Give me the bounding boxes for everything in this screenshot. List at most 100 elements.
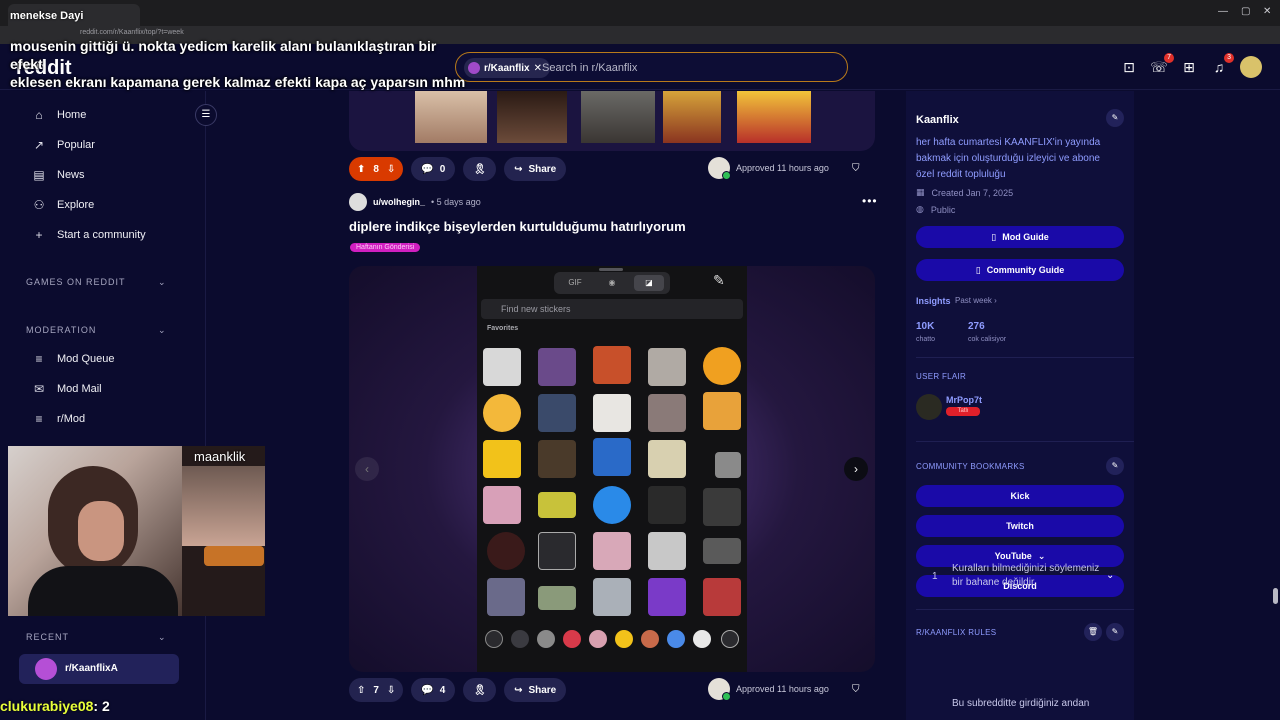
chevron-down-icon[interactable]: ⌄ xyxy=(158,632,166,643)
url-field[interactable]: reddit.com/r/Kaanflix/top/?t=week xyxy=(80,29,184,36)
flair-username[interactable]: MrPop7t xyxy=(946,395,982,405)
created-date: ▦ Created Jan 7, 2025 xyxy=(916,187,1013,198)
post-media-gallery[interactable]: GIF ◉ ◪ ✎ ⌕ Find new stickers Favorites xyxy=(349,266,875,672)
share-label: Share xyxy=(528,163,557,175)
carousel-image xyxy=(663,91,721,143)
sidebar-item-news[interactable]: ▤ News xyxy=(32,168,84,182)
sticker-image xyxy=(538,532,576,570)
share-button[interactable]: ↪ Share xyxy=(504,678,567,702)
next-image-button[interactable]: › xyxy=(844,457,868,481)
stream-overlay-text: mousenin gittiği ü. nokta yedicm karelik… xyxy=(10,37,470,91)
share-button[interactable]: ↪ Share xyxy=(504,157,567,181)
sticker-image xyxy=(593,438,631,476)
award-icon: 🎗 xyxy=(473,684,487,696)
chevron-down-icon[interactable]: ⌄ xyxy=(1106,570,1114,581)
chevron-down-icon[interactable]: ⌄ xyxy=(158,325,166,336)
close-icon[interactable]: ✕ xyxy=(1263,6,1271,17)
rule-text[interactable]: Kuralları bilmediğinizi söylemeniz bir b… xyxy=(952,562,1102,590)
sidebar-item-mod-queue[interactable]: ≡ Mod Queue xyxy=(32,352,114,366)
edit-icon[interactable]: ✎ xyxy=(1106,109,1124,127)
sidebar-item-label: Explore xyxy=(57,199,95,211)
maximize-icon[interactable]: ▢ xyxy=(1241,6,1250,17)
news-icon: ▤ xyxy=(33,168,45,182)
award-button[interactable]: 🎗 xyxy=(463,678,497,702)
comment-icon: 💬 xyxy=(421,163,434,175)
bookmark-twitch-button[interactable]: Twitch xyxy=(916,515,1124,537)
comments-button[interactable]: 💬 4 xyxy=(411,678,456,702)
recent-section-title[interactable]: RECENT xyxy=(26,632,69,642)
sidebar-toggle-button[interactable]: ☰ xyxy=(195,104,217,126)
create-post-icon[interactable]: ⊞ xyxy=(1180,58,1198,76)
mod-shield-icon[interactable]: ⛉ xyxy=(852,684,860,695)
webcam-secondary-feed xyxy=(182,446,265,616)
downvote-icon[interactable]: ⇩ xyxy=(387,164,395,175)
bookmark-kick-button[interactable]: Kick xyxy=(916,485,1124,507)
sticker-image xyxy=(593,532,631,570)
comments-button[interactable]: 💬 0 xyxy=(411,157,456,181)
mod-guide-button[interactable]: ▯ Mod Guide xyxy=(916,226,1124,248)
approved-label: Approved 11 hours ago xyxy=(736,163,829,173)
sticker-image xyxy=(703,392,741,430)
insights-title[interactable]: Insights xyxy=(916,296,951,306)
user-avatar[interactable] xyxy=(1240,56,1262,78)
rule-text[interactable]: Bu subredditte girdiğiniz andan xyxy=(952,697,1102,711)
minimize-icon[interactable]: — xyxy=(1218,6,1228,17)
emoji-tab-icon: ◉ xyxy=(608,278,616,287)
post-flair[interactable]: Haftanın Gönderisi xyxy=(350,243,421,252)
sidebar-item-explore[interactable]: ⚇ Explore xyxy=(32,198,95,212)
r-mod-icon: ≡ xyxy=(35,412,43,426)
advertise-icon[interactable]: ⊡ xyxy=(1120,58,1138,76)
divider xyxy=(916,357,1134,358)
community-guide-button[interactable]: ▯ Community Guide xyxy=(916,259,1124,281)
carousel-image xyxy=(497,91,567,143)
mod-shield-icon[interactable]: ⛉ xyxy=(852,163,860,174)
sticker-image xyxy=(648,440,686,478)
search-community-chip[interactable]: r/Kaanflix ✕ xyxy=(464,58,550,78)
vote-control[interactable]: ⬆ 8 ⇩ xyxy=(349,157,404,181)
post-media-carousel[interactable] xyxy=(349,91,875,151)
carousel-image xyxy=(415,91,487,143)
notifications-icon[interactable]: ♫ 3 xyxy=(1210,53,1234,76)
downvote-icon[interactable]: ⇩ xyxy=(387,685,395,696)
recent-community-item[interactable]: r/KaanflixA xyxy=(19,654,179,684)
sticker-image xyxy=(538,492,576,518)
post-author[interactable]: u/wolhegin_ xyxy=(373,197,425,207)
vote-control[interactable]: ⇧ 7 ⇩ xyxy=(349,678,404,702)
previous-image-button[interactable]: ‹ xyxy=(355,457,379,481)
search-input[interactable]: Search in r/Kaanflix xyxy=(542,62,637,74)
insights-period[interactable]: Past week › xyxy=(955,296,997,305)
sidebar-item-mod-mail[interactable]: ✉ Mod Mail xyxy=(32,382,102,396)
moderation-section-title[interactable]: MODERATION xyxy=(26,325,96,335)
upvote-icon[interactable]: ⬆ xyxy=(357,164,365,175)
upvote-icon[interactable]: ⇧ xyxy=(357,685,365,696)
chip-close-icon[interactable]: ✕ xyxy=(534,63,542,74)
edit-icon[interactable]: ✎ xyxy=(1106,623,1124,641)
edit-icon[interactable]: ✎ xyxy=(1106,457,1124,475)
user-avatar[interactable] xyxy=(349,193,367,211)
award-icon: 🎗 xyxy=(473,163,487,175)
share-label: Share xyxy=(528,684,557,696)
calendar-icon: ▦ xyxy=(916,187,925,197)
share-icon: ↪ xyxy=(514,163,523,175)
pencil-icon: ✎ xyxy=(713,272,725,288)
mod-avatar xyxy=(708,678,731,701)
chat-icon[interactable]: ☏ 7 xyxy=(1150,53,1174,76)
page-scrollbar[interactable] xyxy=(1272,91,1280,720)
scrollbar-thumb[interactable] xyxy=(1273,588,1278,604)
games-section-title[interactable]: GAMES ON REDDIT xyxy=(26,277,126,287)
award-button[interactable]: 🎗 xyxy=(463,157,497,181)
sidebar-item-start-community[interactable]: + Start a community xyxy=(32,228,145,242)
delete-icon[interactable]: 🗑 xyxy=(1084,623,1102,641)
post-title[interactable]: diplere indikçe bişeylerden kurtulduğumu… xyxy=(349,219,686,234)
search-bar[interactable]: r/Kaanflix ✕ Search in r/Kaanflix xyxy=(455,52,848,82)
chevron-down-icon[interactable]: ⌄ xyxy=(158,277,166,288)
sidebar-item-r-mod[interactable]: ≡ r/Mod xyxy=(32,412,85,426)
sidebar-item-home[interactable]: ⌂ Home xyxy=(32,108,86,122)
approved-label: Approved 11 hours ago xyxy=(736,684,829,694)
more-options-icon[interactable]: ••• xyxy=(862,194,878,208)
star-icon xyxy=(511,630,529,648)
gif-tab-icon: GIF xyxy=(568,278,582,287)
community-avatar xyxy=(35,658,57,680)
carousel-image xyxy=(581,91,655,143)
sidebar-item-popular[interactable]: ↗ Popular xyxy=(32,138,95,152)
